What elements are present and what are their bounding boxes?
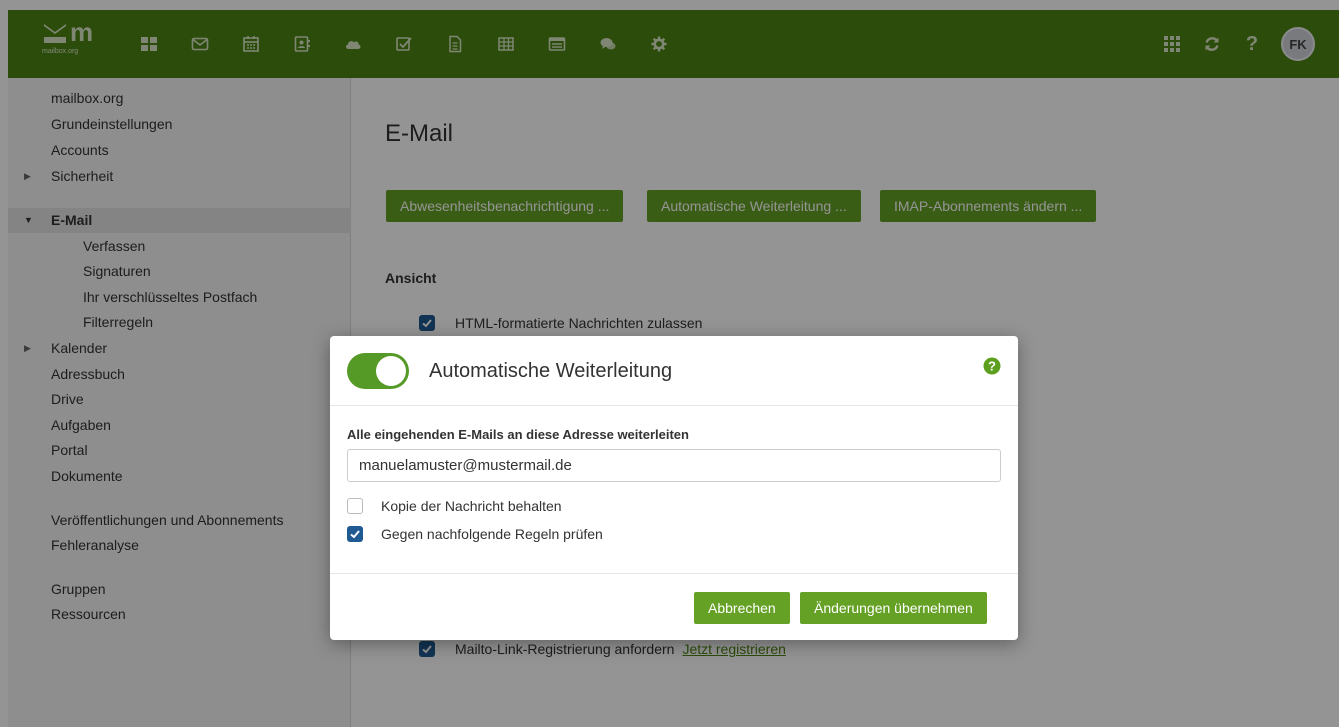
auto-forward-dialog: Automatische Weiterleitung ? Alle eingeh… [330,336,1018,640]
forward-address-input[interactable] [347,449,1001,482]
dialog-footer: Abbrechen Änderungen übernehmen [330,573,1018,640]
option-keep-copy[interactable]: Kopie der Nachricht behalten [347,496,562,516]
help-circle-icon[interactable]: ? [983,357,1001,375]
apply-changes-button[interactable]: Änderungen übernehmen [800,592,987,624]
option-label: Gegen nachfolgende Regeln prüfen [381,526,603,542]
forward-address-label: Alle eingehenden E-Mails an diese Adress… [347,427,689,442]
dialog-header: Automatische Weiterleitung ? [330,336,1018,406]
toggle-knob [376,356,406,386]
checkmark-icon [350,530,360,539]
svg-text:?: ? [988,359,996,374]
checkbox-checked[interactable] [347,526,363,542]
forwarding-toggle[interactable] [347,353,409,389]
option-check-following-rules[interactable]: Gegen nachfolgende Regeln prüfen [347,524,603,544]
option-label: Kopie der Nachricht behalten [381,498,562,514]
checkbox-unchecked[interactable] [347,498,363,514]
cancel-button[interactable]: Abbrechen [694,592,790,624]
dialog-title: Automatische Weiterleitung [429,360,673,382]
